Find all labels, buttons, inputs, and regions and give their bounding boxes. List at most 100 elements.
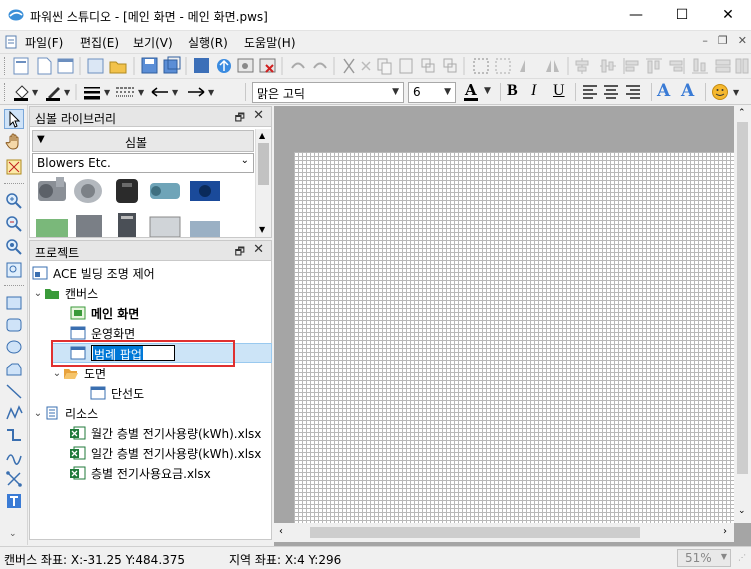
toolbar-grip[interactable] [4,57,7,75]
tree-item-label: 운영화면 [91,326,136,341]
tree-root[interactable]: ACE 빌딩 조명 제어 [32,263,155,283]
symbol-category-select[interactable]: Blowers Etc. ⌄ [32,153,254,173]
tree-folder-resources[interactable]: ⌄ 리소스 [32,403,98,423]
group-icon [421,58,435,73]
menu-view[interactable]: 보기(V) [133,34,173,51]
title-bar: 파워씬 스튜디오 - [메인 화면 - 메인 화면.pws] — ☐ ✕ [0,0,751,31]
zoom-out-button[interactable] [4,214,24,234]
chevron-down-icon[interactable]: ⌄ [32,288,44,299]
align-right-icon [669,58,685,74]
zoom-select[interactable]: 51% ▼ [677,549,731,567]
scroll-up-icon[interactable]: ⌃ [738,108,746,118]
orthogonal-line-tool-button[interactable] [4,425,24,445]
underline-button[interactable]: U [553,82,565,100]
blower-symbol-8 [118,213,136,237]
scroll-up-icon[interactable]: ▲ [259,131,265,140]
project-panel-title: 프로젝트 [35,246,80,260]
canvas-coordinates: 캔버스 좌표: X:-31.25 Y:484.375 [4,553,186,567]
tree-item-drawing[interactable]: 단선도 [90,383,144,403]
symbol-category-value: Blowers Etc. [37,156,111,170]
line-tool-button[interactable] [4,381,24,401]
curve-icon [6,454,22,465]
scroll-down-icon[interactable]: ⌄ [738,506,746,516]
extra-toolbar-button[interactable]: ▼ [711,83,747,101]
resize-grip-icon[interactable]: ⋰ [738,553,746,562]
curve-tool-button[interactable] [4,447,24,467]
close-button[interactable]: ✕ [705,0,751,30]
mdi-restore-button[interactable]: ❐ [718,34,728,47]
svg-text:▼: ▼ [733,88,740,97]
minimize-button[interactable]: — [613,0,659,30]
menu-help[interactable]: 도움말(H) [244,34,296,51]
tree-item-resource-1[interactable]: 월간 층별 전기사용량(kWh).xlsx [70,423,261,443]
mdi-minimize-button[interactable]: – [702,34,708,47]
symbol-thumbnails [36,177,220,237]
scrollbar-thumb[interactable] [258,143,269,185]
tree-folder-canvases[interactable]: ⌄ 캔버스 [32,283,98,303]
pin-icon[interactable]: 🗗 [235,109,245,128]
maximize-button[interactable]: ☐ [659,0,705,30]
font-name-select[interactable]: 맑은 고딕 ▼ [252,82,404,103]
symbol-scrollbar[interactable]: ▲ ▼ [255,129,271,237]
panel-close-icon[interactable]: ✕ [253,242,264,257]
text-color-button[interactable]: A ▼ [462,81,498,103]
chevron-down-icon[interactable]: ⌄ [32,408,44,419]
menu-file[interactable]: 파일(F) [25,34,63,51]
vertical-scrollbar[interactable]: ⌃ ⌄ [734,106,751,523]
pointer-tool-button[interactable] [4,109,24,129]
svg-text:▼: ▼ [32,88,39,97]
more-tools-icon[interactable]: ⌄ [9,529,17,539]
menu-edit[interactable]: 편집(E) [80,34,119,51]
scroll-left-icon[interactable]: ‹ [279,526,283,537]
zoom-in-button[interactable] [4,191,24,211]
tree-item-resource-3[interactable]: 층별 전기사용요금.xlsx [70,463,211,483]
pan-tool-button[interactable] [4,132,24,152]
status-bar: 캔버스 좌표: X:-31.25 Y:484.375 지역 좌표: X:4 Y:… [0,546,751,569]
tree-item-resource-2[interactable]: 일간 층별 전기사용량(kWh).xlsx [70,443,261,463]
align-text-right-icon [626,85,640,99]
line-dash-icon [116,87,134,97]
svg-text:▼: ▼ [172,88,179,97]
scrollbar-thumb[interactable] [310,527,640,538]
horizontal-scrollbar[interactable]: ‹ › [274,523,734,542]
drawing-canvas[interactable] [294,152,735,523]
zoom-fit-button[interactable] [4,237,24,257]
polyline-tool-button[interactable] [4,403,24,423]
polygon-tool-button[interactable] [4,359,24,379]
scroll-right-icon[interactable]: › [723,526,727,537]
project-icon [32,266,48,280]
italic-button[interactable]: I [531,82,536,100]
rounded-rect-tool-button[interactable] [4,315,24,335]
menu-run[interactable]: 실행(R) [188,34,228,51]
symbol-category-header[interactable]: ▼ 심볼 [32,130,254,152]
rectangle-icon [6,296,22,310]
rounded-rectangle-icon [6,318,22,332]
redo-icon [313,62,327,69]
text-tool-button[interactable] [4,491,24,511]
toolbar-grip[interactable] [4,83,7,101]
pin-icon[interactable]: 🗗 [235,243,245,262]
panel-close-icon[interactable]: ✕ [253,108,264,123]
mdi-close-button[interactable]: ✕ [738,34,747,47]
rectangle-tool-button[interactable] [4,293,24,313]
bold-button[interactable]: B [507,82,518,100]
select-region-button[interactable] [4,157,24,177]
grow-font-button[interactable]: A [657,81,670,101]
shrink-font-button[interactable]: A [681,81,694,101]
fill-color-icon [14,85,29,101]
copy-icon [377,58,392,75]
chevron-down-icon[interactable]: ⌄ [51,368,63,379]
align-middle-icon [600,59,616,73]
zoom-window-button[interactable] [4,260,24,280]
ellipse-tool-button[interactable] [4,337,24,357]
font-size-select[interactable]: 6 ▼ [408,82,456,103]
scroll-down-icon[interactable]: ▼ [259,225,265,234]
scrollbar-thumb[interactable] [737,122,748,474]
line-style-toolbar: ▼ ▼ ▼ ▼ ▼ ▼ [14,84,215,101]
connector-tool-button[interactable] [4,469,24,489]
upload-icon [217,59,231,73]
excel-file-icon [70,446,86,460]
tree-folder-drawings[interactable]: ⌄ 도면 [51,363,106,383]
tree-item-main-canvas[interactable]: 메인 화면 [70,303,139,323]
chevron-down-icon: ▼ [392,87,399,97]
